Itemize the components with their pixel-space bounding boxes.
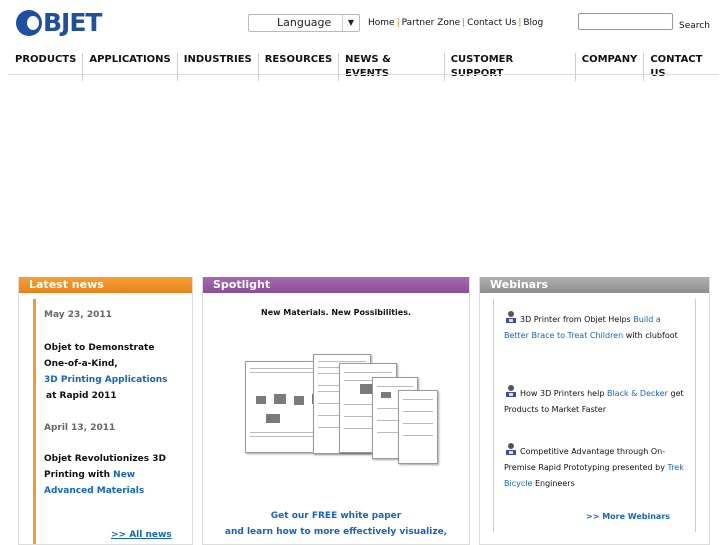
- nav-company[interactable]: COMPANY: [574, 53, 644, 81]
- search-input[interactable]: [578, 13, 673, 30]
- white-paper-cta[interactable]: Get our FREE white paper and learn how t…: [203, 508, 469, 540]
- presenter-icon: [506, 385, 516, 397]
- webinars-list: 3D Printer from Objet Helps Build a Bett…: [493, 299, 696, 532]
- webinar-text: 3D Printer from Objet Helps: [520, 315, 631, 324]
- nav-contact-us[interactable]: CONTACT US: [643, 53, 727, 81]
- latest-news-panel: Latest news May 23, 2011 Objet to Demons…: [18, 277, 193, 545]
- objet-logo[interactable]: BJET: [16, 8, 102, 37]
- nav-divider: [8, 74, 719, 75]
- news-headline-line: Printing with: [44, 470, 111, 480]
- main-nav: PRODUCTS APPLICATIONS INDUSTRIES RESOURC…: [8, 53, 727, 81]
- news-headline-line: at Rapid 2011: [46, 391, 117, 401]
- webinar-text: How 3D Printers help: [520, 389, 605, 398]
- nav-industries[interactable]: INDUSTRIES: [176, 53, 258, 81]
- more-webinars-link[interactable]: >> More Webinars: [586, 512, 670, 521]
- nav-customer-support[interactable]: CUSTOMER SUPPORT: [443, 53, 575, 81]
- cta-line: Get our FREE white paper: [270, 511, 402, 521]
- spotlight-header: Spotlight: [203, 277, 469, 293]
- language-select[interactable]: Language ▼: [248, 14, 360, 32]
- nav-products[interactable]: PRODUCTS: [8, 53, 82, 81]
- top-links: Home | Partner Zone | Contact Us | Blog: [368, 18, 544, 28]
- news-link[interactable]: 3D Printing Applications: [44, 375, 168, 385]
- presenter-icon: [506, 443, 516, 455]
- spotlight-panel: Spotlight New Materials. New Possibiliti…: [202, 277, 470, 545]
- nav-news-events[interactable]: NEWS & EVENTS: [338, 53, 444, 81]
- webinar-text: with clubfoot: [625, 331, 678, 340]
- language-label: Language: [277, 16, 332, 29]
- spotlight-heading: New Materials. New Possibilities.: [261, 308, 411, 317]
- webinars-header: Webinars: [480, 277, 709, 293]
- latest-news-header: Latest news: [19, 277, 192, 293]
- nav-applications[interactable]: APPLICATIONS: [82, 53, 176, 81]
- news-date: April 13, 2011: [44, 423, 116, 433]
- nav-resources[interactable]: RESOURCES: [257, 53, 338, 81]
- accent-bar: [33, 299, 36, 544]
- webinars-panel: Webinars 3D Printer from Objet Helps Bui…: [479, 277, 710, 545]
- logo-text: BJET: [43, 8, 102, 37]
- latest-news-list: May 23, 2011 Objet to Demonstrate One-of…: [44, 307, 189, 499]
- dropdown-arrow-icon[interactable]: ▼: [342, 15, 359, 31]
- partner-zone-link[interactable]: Partner Zone: [402, 18, 460, 28]
- news-headline-line: One-of-a-Kind,: [44, 359, 118, 369]
- webinar-item: Competitive Advantage through On-Premise…: [504, 442, 686, 492]
- all-news-link[interactable]: >> All news: [111, 530, 172, 540]
- news-link[interactable]: Advanced Materials: [44, 486, 144, 496]
- webinar-item: How 3D Printers help Black & Decker get …: [504, 384, 686, 418]
- news-headline-line: Objet Revolutionizes 3D: [44, 454, 166, 464]
- news-headline-line: Objet to Demonstrate: [44, 343, 155, 353]
- presenter-icon: [506, 311, 516, 323]
- webinar-link[interactable]: Black & Decker: [607, 389, 668, 398]
- webinar-text: Competitive Advantage through On-Premise…: [504, 447, 666, 472]
- logo-o-icon: [16, 9, 42, 36]
- blog-link[interactable]: Blog: [523, 18, 543, 28]
- contact-us-link[interactable]: Contact Us: [467, 18, 516, 28]
- news-date: May 23, 2011: [44, 310, 112, 320]
- news-link[interactable]: New: [113, 470, 135, 480]
- home-link[interactable]: Home: [368, 18, 395, 28]
- webinar-text: Engineers: [534, 479, 575, 488]
- cta-line: and learn how to more effectively visual…: [224, 527, 448, 537]
- webinar-item: 3D Printer from Objet Helps Build a Bett…: [504, 310, 686, 344]
- search-button[interactable]: Search: [679, 21, 710, 31]
